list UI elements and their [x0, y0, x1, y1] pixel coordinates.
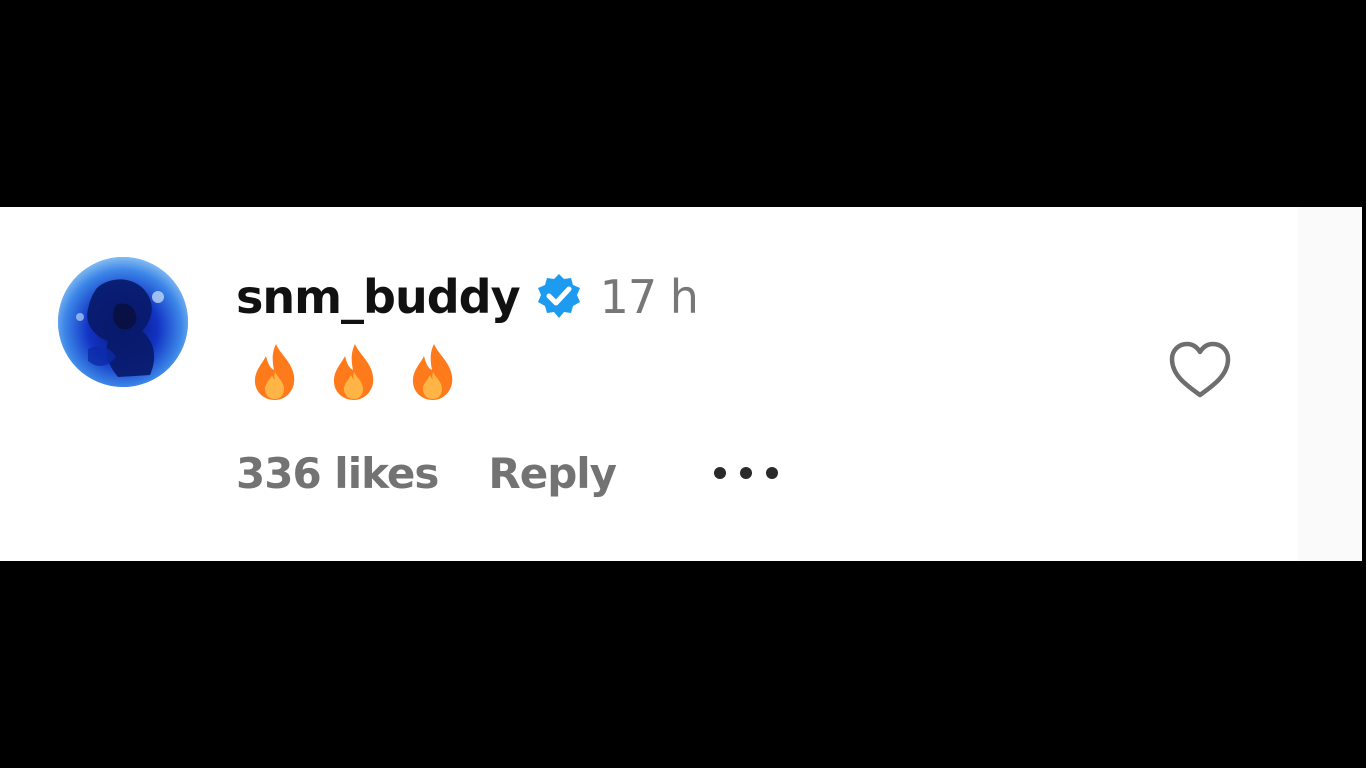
likes-count[interactable]: 336 likes	[236, 449, 439, 498]
fire-emoji-icon	[329, 342, 379, 402]
panel-edge	[1362, 207, 1366, 561]
comment-item: snm_buddy 17 h 336 likes Reply	[0, 207, 1366, 561]
comment-time[interactable]: 17 h	[600, 270, 699, 324]
avatar-image	[58, 257, 188, 387]
comment-actions: 336 likes Reply	[236, 443, 780, 503]
comment-header: snm_buddy 17 h	[236, 267, 699, 327]
fire-emoji-icon	[250, 342, 300, 402]
heart-outline-icon[interactable]	[1166, 339, 1234, 401]
username-link[interactable]: snm_buddy	[236, 270, 521, 324]
scroll-gutter	[1298, 207, 1362, 561]
more-options-icon[interactable]	[712, 463, 780, 483]
comment-body	[250, 340, 487, 402]
screenshot-frame: snm_buddy 17 h 336 likes Reply	[0, 0, 1366, 768]
fire-emoji-icon	[408, 342, 458, 402]
avatar[interactable]	[58, 257, 188, 387]
reply-button[interactable]: Reply	[488, 449, 617, 498]
verified-badge-icon	[534, 272, 584, 322]
